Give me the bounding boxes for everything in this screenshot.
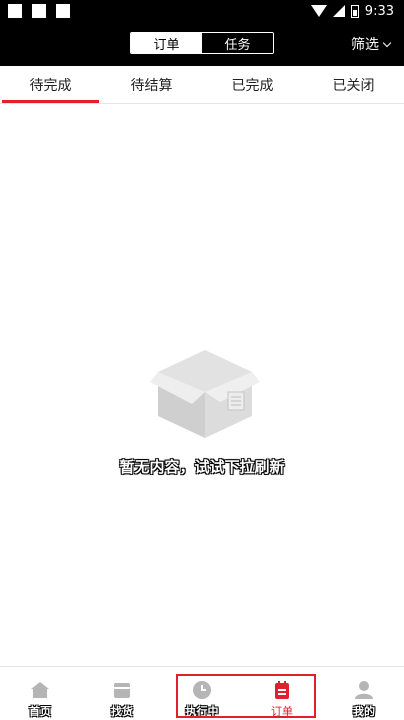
nav-label-find-cargo: 找货 <box>111 705 133 718</box>
tab-to-settle[interactable]: 待结算 <box>101 66 202 103</box>
empty-state-message: 暂无内容，试试下拉刷新 <box>119 458 285 476</box>
status-bar: 9:33 <box>0 0 404 22</box>
status-icons: 9:33 <box>310 2 394 20</box>
nav-item-home[interactable]: 首页 <box>10 667 70 720</box>
wifi-icon <box>310 5 327 17</box>
app-header: 9:33 订单 任务 筛选 <box>0 0 404 66</box>
nav-item-find-cargo[interactable]: 找货 <box>92 667 152 720</box>
nav-label-mine: 我的 <box>353 705 375 718</box>
tab-pending[interactable]: 待完成 <box>0 66 101 103</box>
notification-icon <box>56 4 70 18</box>
segment-orders[interactable]: 订单 <box>131 33 202 53</box>
cargo-icon <box>111 679 133 701</box>
empty-box-icon <box>150 350 260 438</box>
filter-button[interactable]: 筛选 <box>351 34 392 54</box>
tab-completed[interactable]: 已完成 <box>202 66 303 103</box>
notification-icon <box>32 4 46 18</box>
nav-label-home: 首页 <box>29 705 51 718</box>
signal-icon <box>332 5 345 17</box>
nav-item-mine[interactable]: 我的 <box>334 667 394 720</box>
tab-closed[interactable]: 已关闭 <box>303 66 404 103</box>
notification-icon <box>8 4 22 18</box>
battery-icon <box>350 4 359 18</box>
filter-label: 筛选 <box>351 37 379 53</box>
chevron-down-icon <box>382 38 392 47</box>
user-icon <box>353 679 375 701</box>
home-icon <box>29 679 51 701</box>
status-time: 9:33 <box>364 3 394 19</box>
order-status-tabs: 待完成 待结算 已完成 已关闭 <box>0 66 404 104</box>
mode-segmented-control: 订单 任务 <box>130 32 274 54</box>
highlight-annotation <box>176 674 316 718</box>
segment-tasks[interactable]: 任务 <box>202 33 273 53</box>
